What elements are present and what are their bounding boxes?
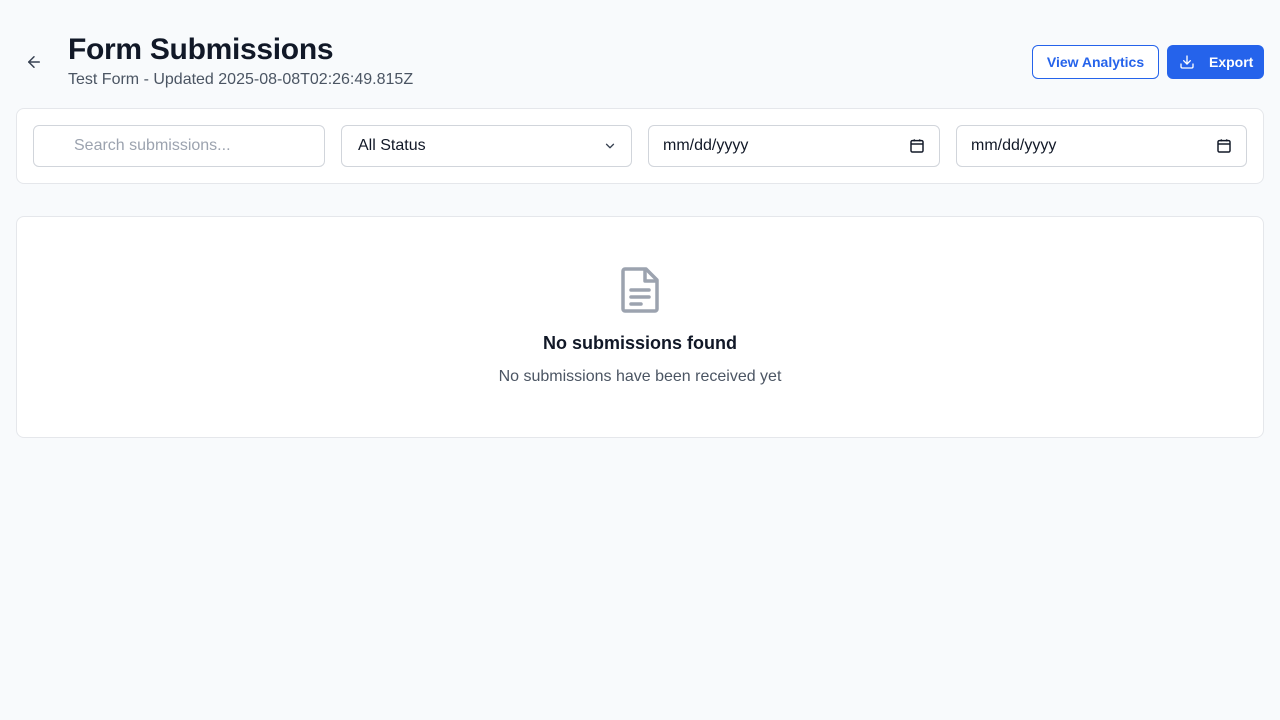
empty-state-title: No submissions found bbox=[542, 333, 737, 353]
page-header: Form Submissions Test Form - Updated 202… bbox=[0, 0, 1280, 100]
date-to-value: mm/dd/yyyy bbox=[971, 137, 1057, 154]
filters-panel: Search submissions... All Status mm/dd/y… bbox=[16, 108, 1264, 184]
calendar-icon[interactable] bbox=[909, 138, 925, 154]
view-analytics-button[interactable]: View Analytics bbox=[1032, 45, 1159, 79]
calendar-icon[interactable] bbox=[1216, 138, 1232, 154]
back-button[interactable] bbox=[22, 50, 46, 74]
empty-state-card: No submissions found No submissions have… bbox=[16, 216, 1264, 438]
page-title: Form Submissions bbox=[68, 33, 334, 66]
page-subtitle: Test Form - Updated 2025-08-08T02:26:49.… bbox=[68, 71, 414, 88]
download-icon bbox=[1179, 54, 1195, 70]
date-to-input[interactable]: mm/dd/yyyy bbox=[956, 125, 1247, 167]
export-label: Export bbox=[1209, 54, 1254, 70]
export-button[interactable]: Export bbox=[1167, 45, 1264, 79]
status-select-value: All Status bbox=[358, 137, 426, 154]
status-select[interactable]: All Status bbox=[341, 125, 632, 167]
search-placeholder: Search submissions... bbox=[74, 137, 231, 154]
date-from-input[interactable]: mm/dd/yyyy bbox=[648, 125, 940, 167]
view-analytics-label: View Analytics bbox=[1046, 54, 1145, 70]
date-from-value: mm/dd/yyyy bbox=[663, 137, 749, 154]
search-input[interactable]: Search submissions... bbox=[33, 125, 325, 167]
document-icon bbox=[621, 267, 659, 313]
empty-state-description: No submissions have been received yet bbox=[498, 368, 782, 385]
arrow-left-icon bbox=[28, 56, 40, 68]
chevron-down-icon bbox=[605, 143, 615, 149]
